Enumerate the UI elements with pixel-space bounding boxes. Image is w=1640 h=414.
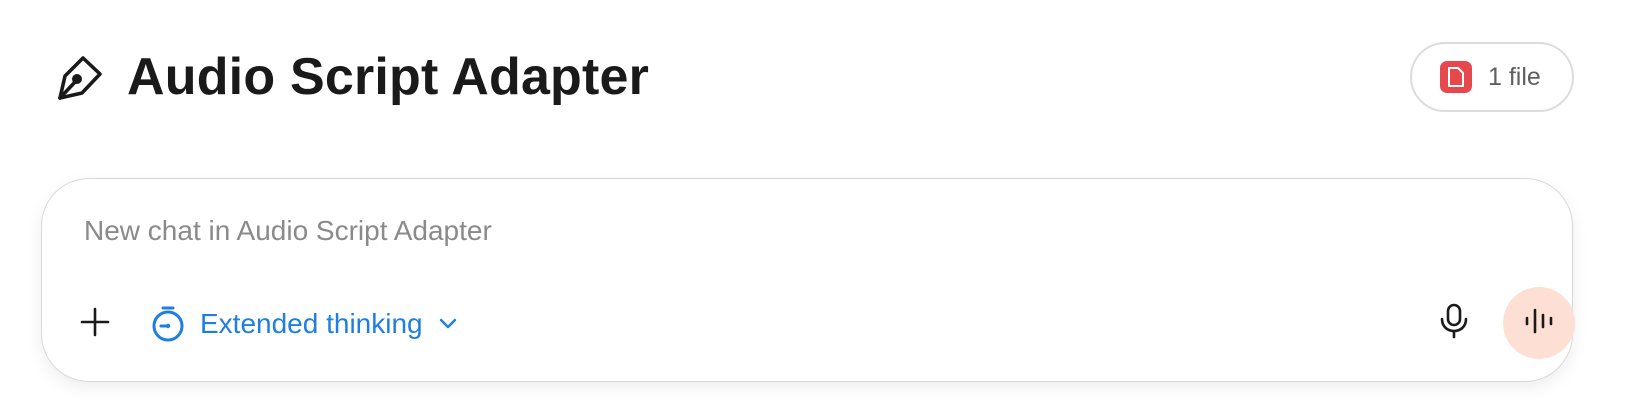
- audio-waveform-icon: [1524, 308, 1554, 339]
- add-attachment-button[interactable]: [72, 301, 118, 347]
- project-title: Audio Script Adapter: [127, 48, 650, 106]
- microphone-button[interactable]: [1430, 299, 1478, 347]
- files-count-label: 1 file: [1488, 62, 1541, 91]
- pen-nib-icon: [52, 50, 108, 106]
- chat-input[interactable]: [84, 209, 1524, 253]
- chevron-down-icon: [437, 313, 459, 335]
- extended-thinking-dropdown[interactable]: Extended thinking: [150, 301, 459, 347]
- thinking-mode-label: Extended thinking: [200, 308, 423, 339]
- microphone-icon: [1440, 303, 1468, 344]
- document-icon: [1440, 61, 1472, 93]
- files-button[interactable]: 1 file: [1410, 42, 1574, 112]
- voice-mode-button[interactable]: [1503, 287, 1575, 359]
- chat-composer: Extended thinking: [41, 178, 1575, 382]
- stopwatch-icon: [150, 306, 186, 342]
- plus-icon: [80, 307, 110, 342]
